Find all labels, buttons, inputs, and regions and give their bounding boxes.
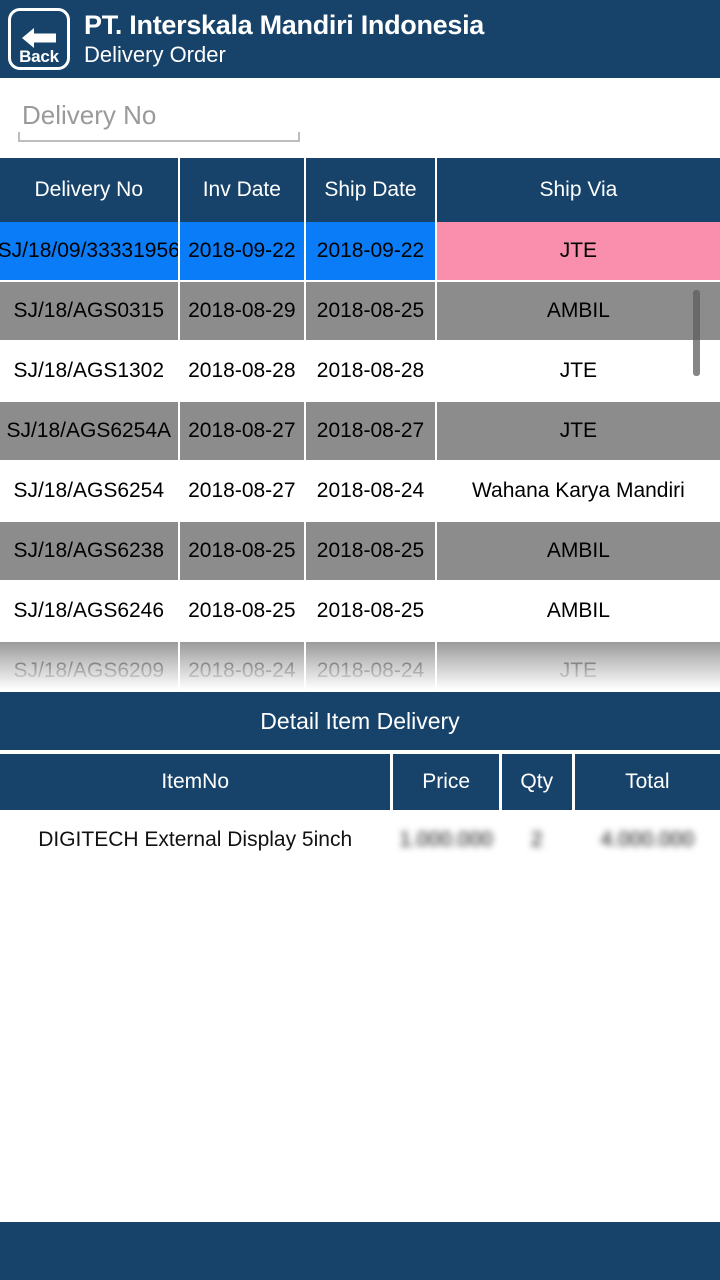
cell-delivery-no: SJ/18/09/33331956 [0,222,178,280]
cell-delivery-no: SJ/18/AGS6209 [0,642,178,690]
cell-inv-date: 2018-08-29 [179,282,305,340]
table-row[interactable]: SJ/18/AGS6238 2018-08-25 2018-08-25 AMBI… [0,522,720,582]
search-field-wrapper [18,94,300,142]
bottom-bar [0,1222,720,1280]
back-button-label: Back [19,47,59,66]
table-row[interactable]: SJ/18/AGS0315 2018-08-29 2018-08-25 AMBI… [0,282,720,342]
column-header-item-no: ItemNo [0,754,391,810]
detail-section-title: Detail Item Delivery [0,692,720,750]
cell-delivery-no: SJ/18/AGS6246 [0,582,178,640]
detail-table-row[interactable]: DIGITECH External Display 5inch 1.000.00… [0,812,720,868]
cell-inv-date: 2018-08-25 [179,522,305,580]
cell-price: 1.000.000 [399,828,493,851]
cell-inv-date: 2018-08-27 [179,402,305,460]
column-header-price: Price [393,754,499,810]
cell-delivery-no: SJ/18/AGS6238 [0,522,178,580]
cell-ship-date: 2018-09-22 [306,222,435,280]
table-row[interactable]: SJ/18/AGS6246 2018-08-25 2018-08-25 AMBI… [0,582,720,642]
search-input[interactable] [18,94,300,136]
table-row[interactable]: SJ/18/09/33331956 2018-09-22 2018-09-22 … [0,222,720,282]
cell-ship-via: Wahana Karya Mandiri [436,462,720,520]
search-input-underline [18,132,300,142]
app-bar: Back PT. Interskala Mandiri Indonesia De… [0,0,720,78]
cell-ship-via: AMBIL [436,282,720,340]
cell-ship-via: AMBIL [436,522,720,580]
app-bar-titles: PT. Interskala Mandiri Indonesia Deliver… [84,10,484,68]
cell-inv-date: 2018-08-24 [179,642,305,690]
cell-qty: 2 [530,828,543,851]
cell-ship-date: 2018-08-25 [306,522,435,580]
cell-item-no: DIGITECH External Display 5inch [38,828,353,851]
column-header-inv-date: Inv Date [179,158,305,222]
arrow-left-icon [22,28,56,48]
cell-inv-date: 2018-08-28 [179,342,305,400]
cell-ship-date: 2018-08-25 [306,582,435,640]
column-header-delivery-no: Delivery No [0,158,178,222]
table-row[interactable]: SJ/18/AGS1302 2018-08-28 2018-08-28 JTE [0,342,720,402]
column-header-total: Total [574,754,720,810]
cell-ship-via: JTE [436,342,720,400]
cell-ship-date: 2018-08-24 [306,462,435,520]
cell-ship-date: 2018-08-24 [306,642,435,690]
column-header-ship-date: Ship Date [306,158,435,222]
back-button[interactable]: Back [8,8,70,70]
cell-delivery-no: SJ/18/AGS0315 [0,282,178,340]
cell-delivery-no: SJ/18/AGS6254 [0,462,178,520]
column-header-qty: Qty [501,754,572,810]
cell-ship-via: AMBIL [436,582,720,640]
cell-ship-via: JTE [436,642,720,690]
delivery-list-table[interactable]: Delivery No Inv Date Ship Date Ship Via … [0,158,720,690]
detail-table-header-row: ItemNo Price Qty Total [0,754,720,810]
cell-ship-via: JTE [436,402,720,460]
cell-ship-date: 2018-08-28 [306,342,435,400]
table-row[interactable]: SJ/18/AGS6209 2018-08-24 2018-08-24 JTE [0,642,720,690]
column-header-ship-via: Ship Via [436,158,720,222]
cell-ship-date: 2018-08-25 [306,282,435,340]
table-row[interactable]: SJ/18/AGS6254 2018-08-27 2018-08-24 Waha… [0,462,720,522]
search-bar [0,78,720,228]
page-subtitle: Delivery Order [84,42,226,67]
cell-ship-via: JTE [436,222,720,280]
cell-ship-date: 2018-08-27 [306,402,435,460]
table-row[interactable]: SJ/18/AGS6254A 2018-08-27 2018-08-27 JTE [0,402,720,462]
cell-total: 4.000.000 [600,828,695,851]
table-header-row: Delivery No Inv Date Ship Date Ship Via [0,158,720,222]
page-title: PT. Interskala Mandiri Indonesia [84,10,485,40]
cell-inv-date: 2018-08-25 [179,582,305,640]
delivery-order-screen: Back PT. Interskala Mandiri Indonesia De… [0,0,720,1280]
cell-delivery-no: SJ/18/AGS6254A [0,402,178,460]
cell-delivery-no: SJ/18/AGS1302 [0,342,178,400]
cell-inv-date: 2018-08-27 [179,462,305,520]
cell-inv-date: 2018-09-22 [179,222,305,280]
